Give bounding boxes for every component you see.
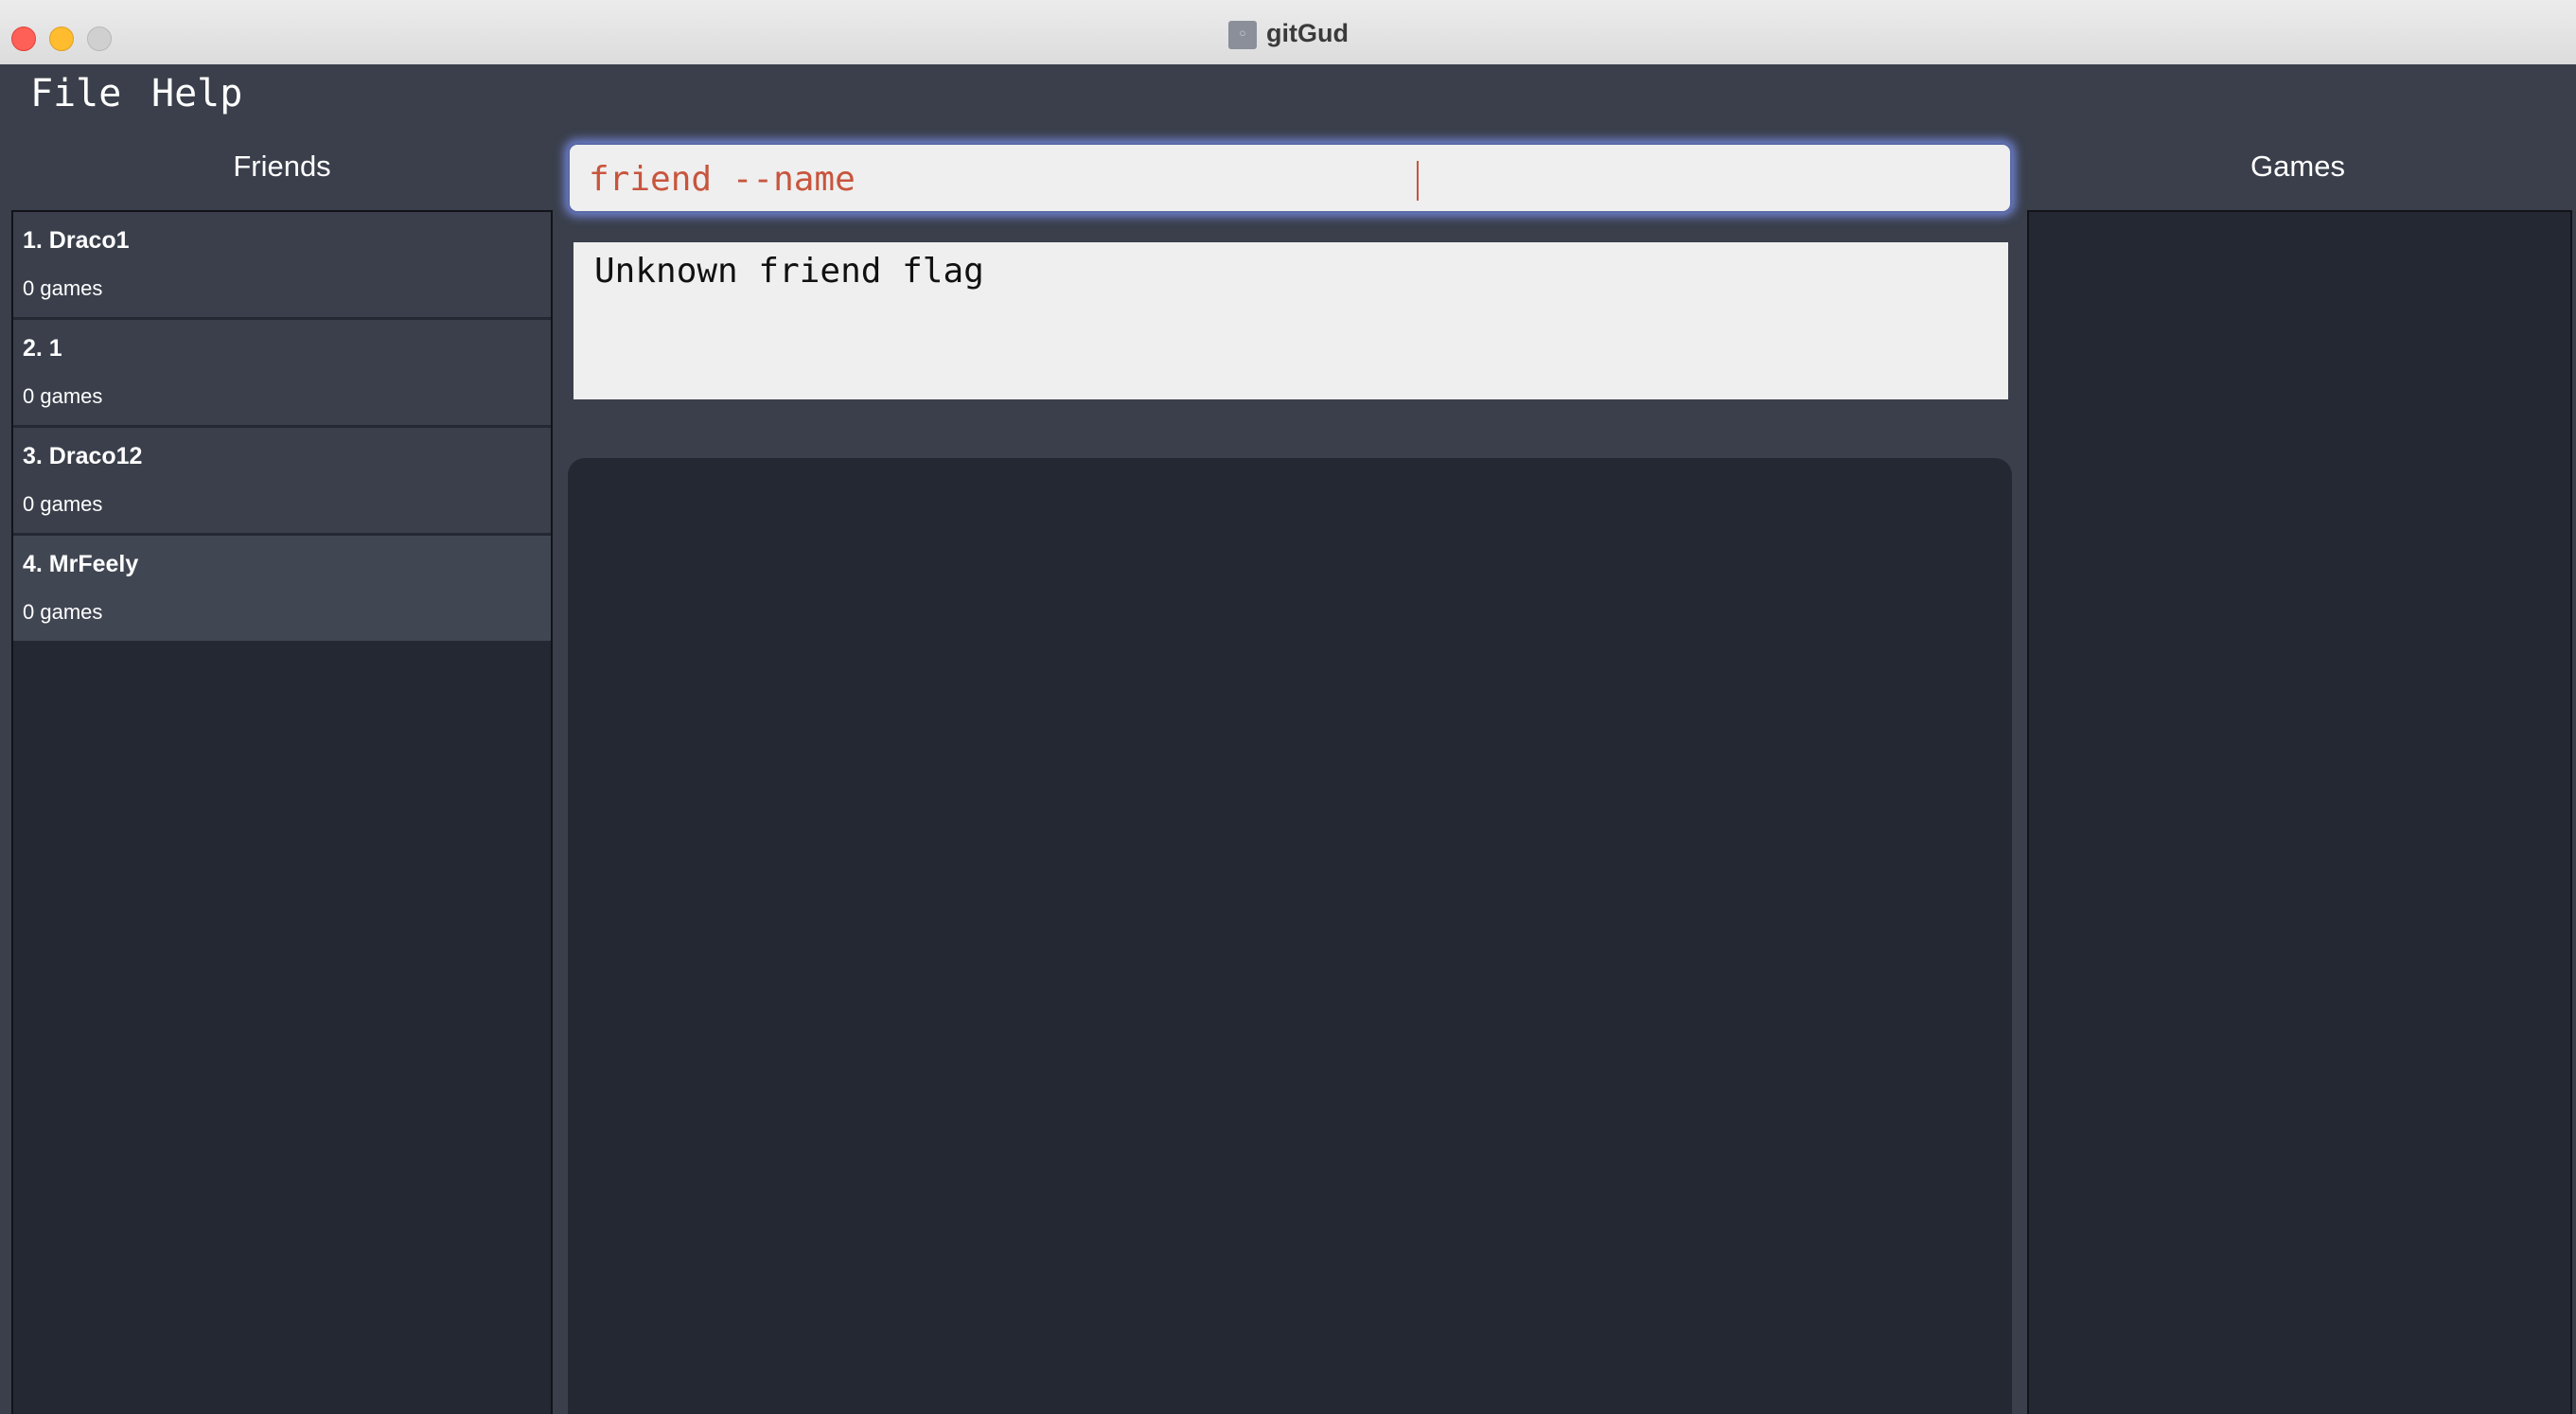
friend-card[interactable]: 2. 1 0 games (13, 320, 551, 428)
minimize-window-button[interactable] (49, 27, 74, 51)
result-display: Unknown friend flag (573, 242, 2008, 399)
title-bar: ◦ gitGud (0, 0, 2576, 65)
friend-card[interactable]: 4. MrFeely 0 games (13, 536, 551, 644)
friend-name: 4. MrFeely (23, 551, 139, 577)
friend-game-count: 0 games (23, 384, 103, 408)
friend-name: 3. Draco12 (23, 443, 143, 469)
games-list[interactable] (2027, 210, 2572, 1414)
menu-help[interactable]: Help (151, 72, 242, 115)
command-box[interactable] (568, 143, 2012, 213)
main-content-pane (568, 458, 2012, 1414)
friend-game-count: 0 games (23, 276, 103, 300)
games-panel-title: Games (2250, 150, 2345, 183)
friend-name: 2. 1 (23, 335, 62, 362)
menu-bar: File Help (0, 64, 2576, 133)
friend-name: 1. Draco1 (23, 227, 130, 254)
friend-card[interactable]: 1. Draco1 0 games (13, 212, 551, 320)
friend-game-count: 0 games (23, 600, 103, 624)
friend-card[interactable]: 3. Draco12 0 games (13, 428, 551, 536)
menu-file[interactable]: File (30, 72, 121, 115)
friends-panel-title: Friends (233, 150, 331, 183)
result-message: Unknown friend flag (594, 252, 984, 291)
text-caret (1417, 161, 1419, 201)
app-icon: ◦ (1228, 21, 1257, 49)
close-window-button[interactable] (11, 27, 36, 51)
zoom-window-button[interactable] (87, 27, 112, 51)
app-window: ◦ gitGud File Help Friends 1. Draco1 0 ga… (0, 0, 2576, 1414)
window-title: gitGud (1266, 19, 1349, 47)
friends-list[interactable]: 1. Draco1 0 games 2. 1 0 games 3. Draco12 0 g… (11, 210, 553, 1414)
command-input[interactable] (589, 156, 1989, 202)
friend-game-count: 0 games (23, 492, 103, 516)
